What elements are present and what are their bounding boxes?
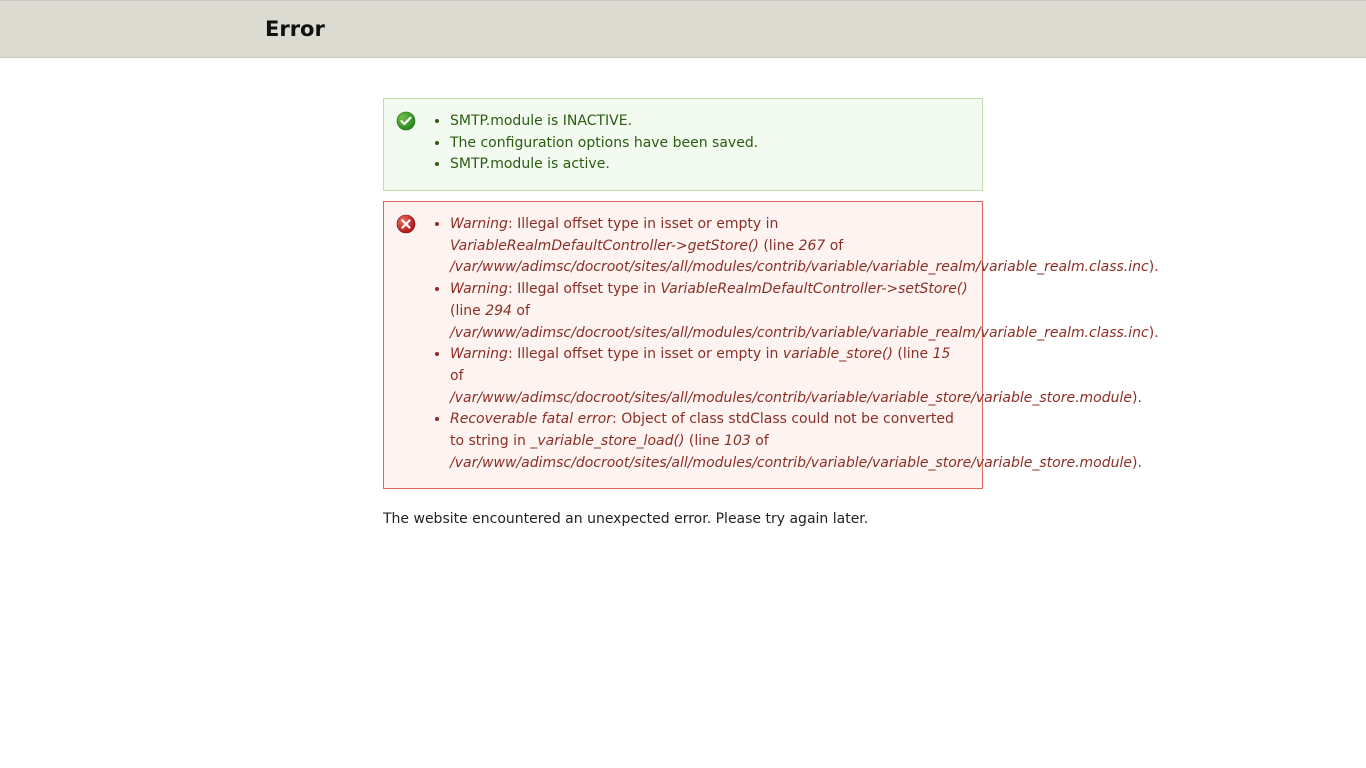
error-line: 294 [485, 303, 512, 319]
status-item: SMTP.module is active. [450, 154, 968, 176]
error-line: 103 [724, 433, 751, 449]
error-item: Warning: Illegal offset type in isset or… [450, 344, 968, 409]
error-label: Warning [450, 346, 508, 362]
error-label: Warning [450, 216, 508, 232]
error-function: VariableRealmDefaultController->setStore… [660, 281, 967, 297]
error-item: Recoverable fatal error: Object of class… [450, 409, 968, 474]
error-function: variable_store() [783, 346, 893, 362]
error-path: /var/www/adimsc/docroot/sites/all/module… [450, 259, 1149, 275]
main-content: SMTP.module is INACTIVE. The configurati… [383, 98, 983, 527]
error-path: /var/www/adimsc/docroot/sites/all/module… [450, 390, 1132, 406]
error-function: _variable_store_load() [530, 433, 684, 449]
error-item: Warning: Illegal offset type in isset or… [450, 214, 968, 279]
status-item: The configuration options have been save… [450, 133, 968, 155]
error-label: Recoverable fatal error [450, 411, 612, 427]
page-message: The website encountered an unexpected er… [383, 511, 983, 527]
error-function: VariableRealmDefaultController->getStore… [450, 238, 759, 254]
error-messages: Warning: Illegal offset type in isset or… [383, 201, 983, 489]
status-item: SMTP.module is INACTIVE. [450, 111, 968, 133]
error-item: Warning: Illegal offset type in Variable… [450, 279, 968, 344]
error-path: /var/www/adimsc/docroot/sites/all/module… [450, 325, 1149, 341]
status-list: SMTP.module is INACTIVE. The configurati… [430, 111, 968, 176]
error-label: Warning [450, 281, 508, 297]
status-messages: SMTP.module is INACTIVE. The configurati… [383, 98, 983, 191]
page-header: Error [0, 0, 1366, 58]
error-circle-icon [396, 214, 416, 234]
check-circle-icon [396, 111, 416, 131]
error-line: 15 [933, 346, 951, 362]
error-path: /var/www/adimsc/docroot/sites/all/module… [450, 455, 1132, 471]
error-line: 267 [799, 238, 826, 254]
error-list: Warning: Illegal offset type in isset or… [430, 214, 968, 474]
page-title: Error [265, 17, 1366, 41]
